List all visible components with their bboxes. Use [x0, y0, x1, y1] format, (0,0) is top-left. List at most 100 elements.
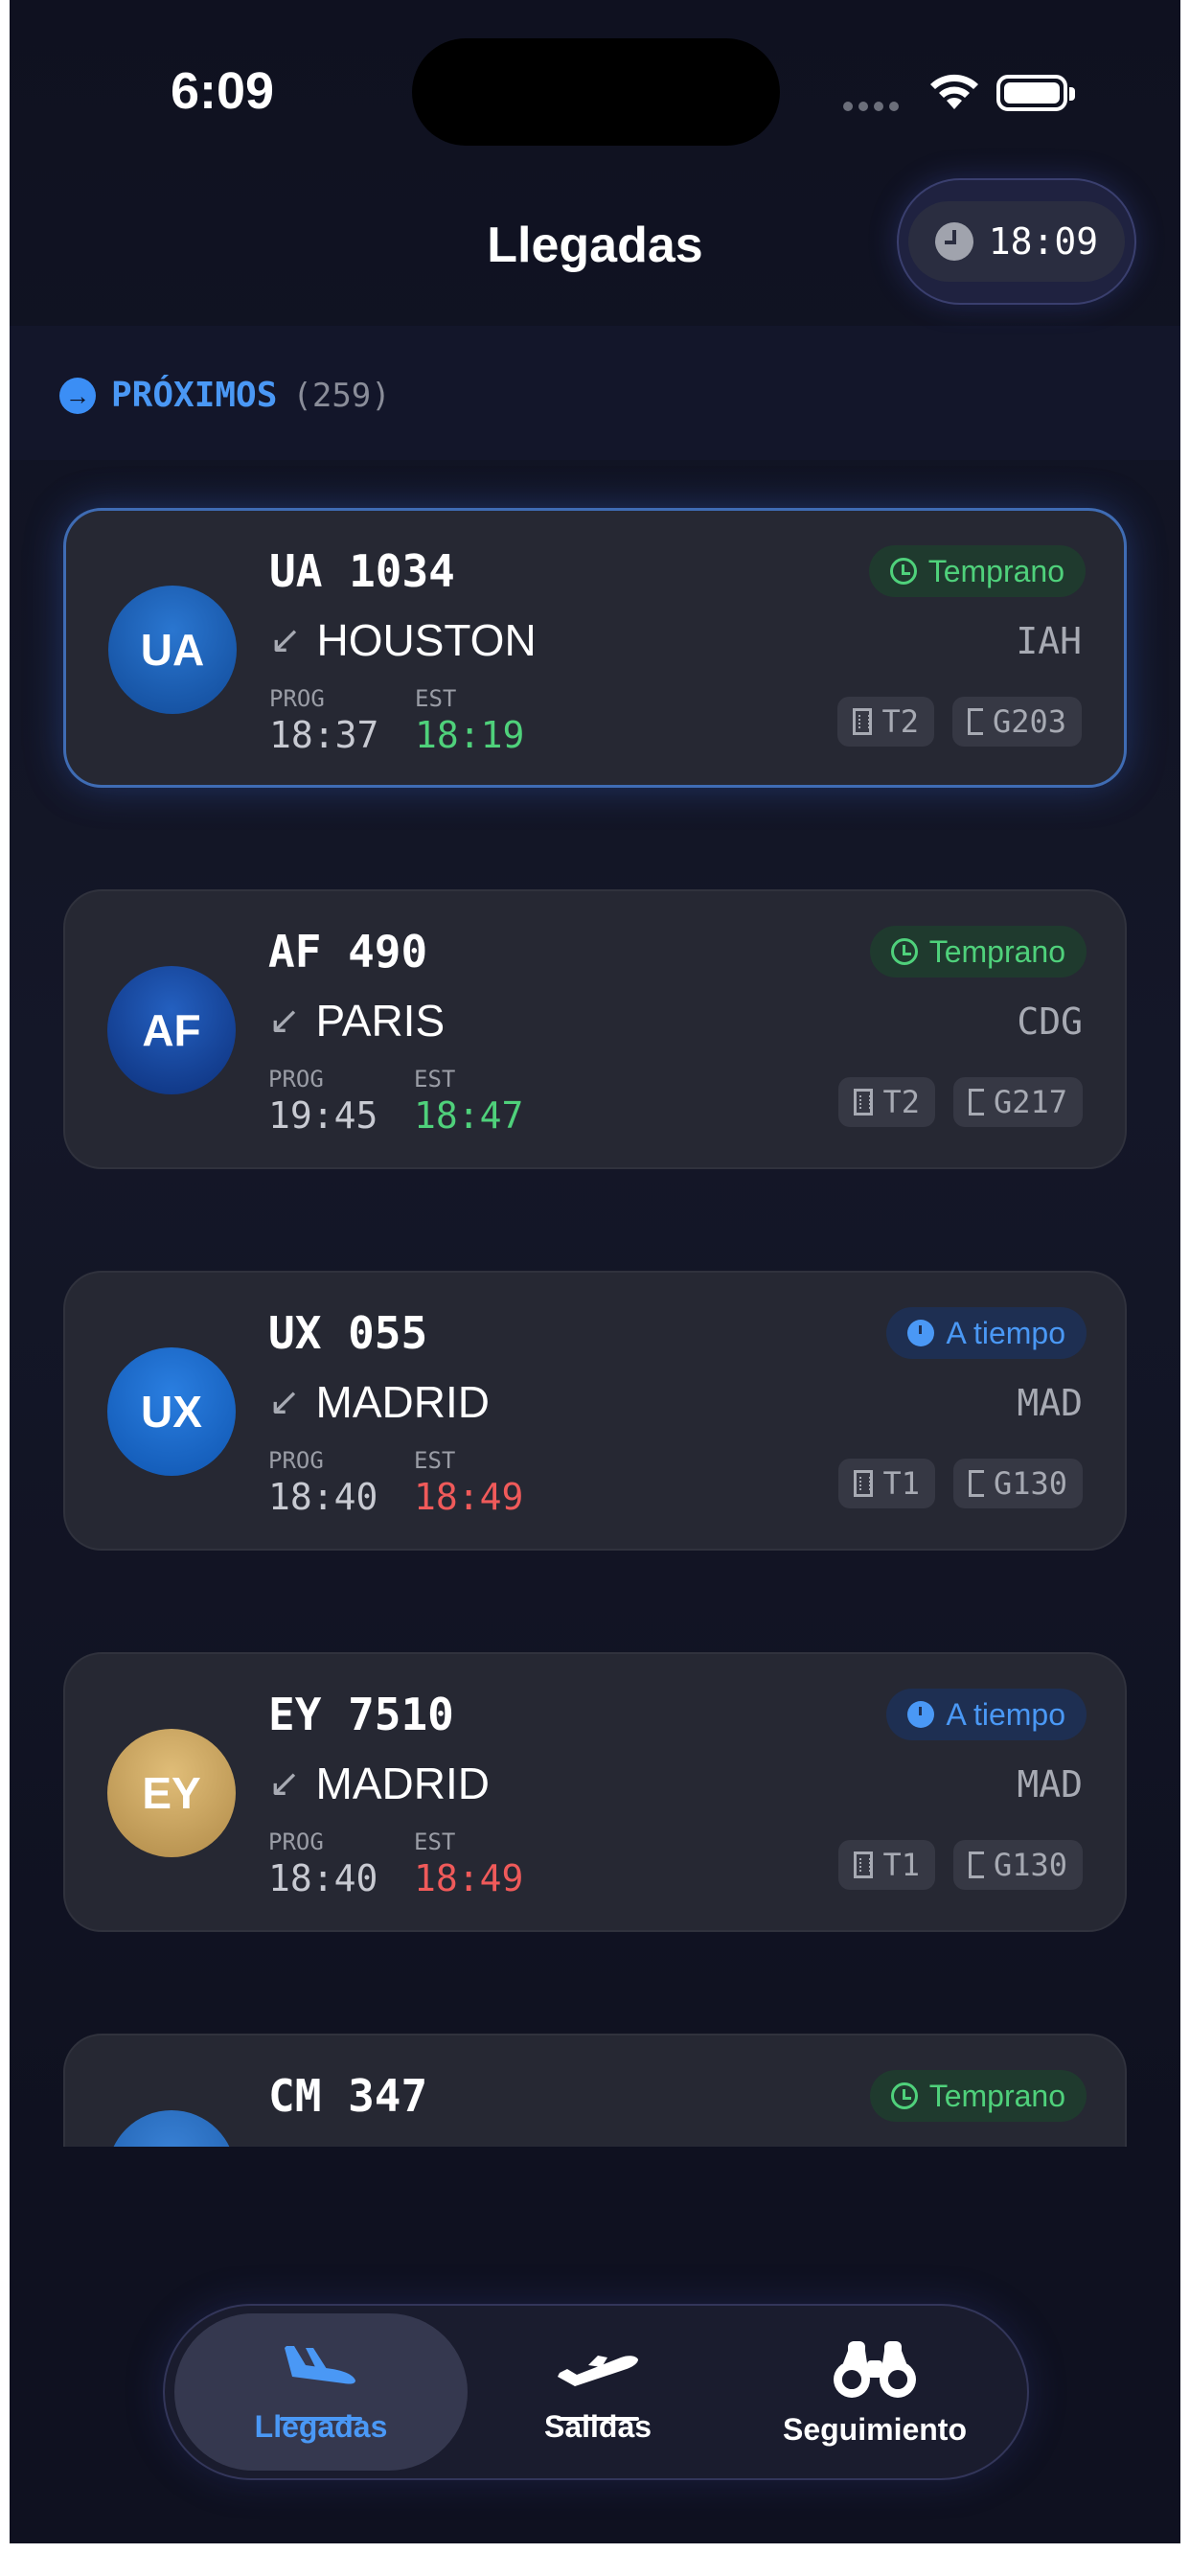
scheduled-time: 19:45: [268, 1094, 378, 1137]
status-badge: Temprano: [869, 926, 1087, 978]
est-label: EST: [414, 1066, 456, 1092]
gate-chip: G217: [952, 1077, 1083, 1127]
section-count: (259): [292, 376, 391, 415]
destination-row: ↙ PARIS: [268, 995, 445, 1046]
clock-filled-icon: [907, 1320, 935, 1346]
tab-departures[interactable]: Salidas: [451, 2313, 744, 2471]
clock-text: 18:09: [988, 220, 1099, 263]
binoculars-icon: [834, 2340, 916, 2398]
clock-arrow-icon: [890, 938, 918, 965]
tab-arrivals[interactable]: Llegadas: [174, 2313, 468, 2471]
flight-card[interactable]: UA UA 1034 ↙ HOUSTON IAH Temprano PROG E…: [63, 508, 1127, 788]
destination-row: ↙ MADRID: [268, 1758, 490, 1809]
airport-code: MAD: [1017, 1382, 1083, 1424]
status-text: Temprano: [928, 933, 1065, 969]
building-icon: [854, 1470, 874, 1497]
est-label: EST: [414, 1828, 456, 1855]
status-time: 6:09: [171, 62, 275, 120]
scheduled-time: 18:40: [268, 1476, 378, 1518]
status-text: A tiempo: [946, 1315, 1065, 1350]
status-badge: A tiempo: [886, 1689, 1087, 1740]
clock-button[interactable]: 18:09: [897, 178, 1136, 305]
door-icon: [968, 1852, 984, 1878]
airline-logo: AF: [107, 966, 236, 1094]
section-name: PRÓXIMOS: [111, 376, 278, 415]
clock-arrow-icon: [890, 2082, 918, 2109]
gate-chip: G130: [952, 1459, 1083, 1508]
flight-card[interactable]: EY EY 7510 ↙ MADRID MAD A tiempo PROG ES…: [63, 1652, 1127, 1932]
clock-arrow-icon: [889, 558, 917, 585]
origin-city: MADRID: [315, 1377, 490, 1427]
flight-list[interactable]: UA UA 1034 ↙ HOUSTON IAH Temprano PROG E…: [10, 0, 1180, 2147]
est-label: EST: [415, 685, 457, 712]
tab-tracking[interactable]: Seguimiento: [728, 2313, 1021, 2471]
prog-label: PROG: [268, 1066, 324, 1092]
arrow-down-left-icon: ↙: [269, 619, 302, 661]
destination-row: ↙ MADRID: [268, 1376, 490, 1428]
flight-card[interactable]: AF AF 490 ↙ PARIS CDG Temprano PROG EST …: [63, 889, 1127, 1169]
prog-label: PROG: [268, 1447, 324, 1474]
plane-takeoff-icon: [558, 2355, 638, 2386]
flight-number: CM 347: [268, 2070, 428, 2122]
destination-row: ↙ HOUSTON: [269, 614, 537, 666]
airline-logo: CM: [107, 2110, 236, 2147]
terminal-text: T1: [882, 1465, 920, 1502]
terminal-text: T2: [881, 703, 919, 740]
building-icon: [853, 708, 873, 735]
scheduled-time: 18:37: [269, 714, 379, 756]
building-icon: [854, 1852, 874, 1878]
flight-number: UX 055: [268, 1307, 428, 1359]
terminal-chip: T1: [838, 1459, 935, 1508]
status-text: Temprano: [927, 553, 1064, 588]
estimated-time: 18:49: [414, 1857, 524, 1899]
estimated-time: 18:47: [414, 1094, 524, 1137]
tab-label: Llegadas: [254, 2408, 388, 2444]
gate-text: G217: [993, 1084, 1067, 1120]
flight-number: EY 7510: [268, 1689, 454, 1740]
prog-label: PROG: [269, 685, 325, 712]
prog-label: PROG: [268, 1828, 324, 1855]
building-icon: [854, 1089, 874, 1116]
tab-underline: [280, 2417, 362, 2421]
origin-city: MADRID: [315, 1759, 490, 1808]
gate-chip: G130: [952, 1840, 1083, 1890]
terminal-chip: T2: [837, 697, 934, 747]
status-badge: Temprano: [869, 2070, 1087, 2122]
tab-label: Seguimiento: [782, 2411, 967, 2447]
airline-logo: EY: [107, 1729, 236, 1857]
clock-inner: 18:09: [908, 201, 1125, 282]
gate-text: G203: [992, 703, 1066, 740]
airline-logo: UA: [108, 586, 237, 714]
wifi-icon: [930, 74, 978, 109]
clock-icon: [934, 222, 973, 261]
door-icon: [967, 708, 983, 735]
flight-card[interactable]: CM CM 347 Temprano: [63, 2034, 1127, 2147]
status-badge: A tiempo: [886, 1307, 1087, 1359]
arrow-down-left-icon: ↙: [268, 1381, 301, 1423]
flight-number: UA 1034: [269, 545, 455, 597]
section-label: → PRÓXIMOS (259): [59, 376, 391, 415]
origin-city: HOUSTON: [316, 615, 537, 665]
tab-underline: [557, 2417, 639, 2421]
door-icon: [968, 1089, 984, 1116]
arrow-right-circle-icon: →: [59, 377, 96, 414]
arrow-down-left-icon: ↙: [268, 1000, 301, 1042]
clock-filled-icon: [907, 1701, 935, 1728]
airport-code: CDG: [1017, 1000, 1083, 1043]
status-text: A tiempo: [946, 1696, 1065, 1732]
tab-label: Salidas: [543, 2408, 652, 2444]
flight-number: AF 490: [268, 926, 428, 978]
airline-logo: UX: [107, 1347, 236, 1476]
tab-bar: Llegadas Salidas Seguimiento: [163, 2304, 1029, 2480]
flight-card[interactable]: UX UX 055 ↙ MADRID MAD A tiempo PROG EST…: [63, 1271, 1127, 1551]
airport-code: IAH: [1016, 620, 1082, 662]
dynamic-island: [412, 38, 780, 146]
terminal-chip: T2: [838, 1077, 935, 1127]
plane-landing-icon: [285, 2345, 355, 2384]
gate-text: G130: [993, 1847, 1067, 1883]
gate-chip: G203: [951, 697, 1082, 747]
terminal-chip: T1: [838, 1840, 935, 1890]
terminal-text: T2: [882, 1084, 920, 1120]
battery-icon: [996, 75, 1075, 111]
origin-city: PARIS: [315, 996, 446, 1046]
